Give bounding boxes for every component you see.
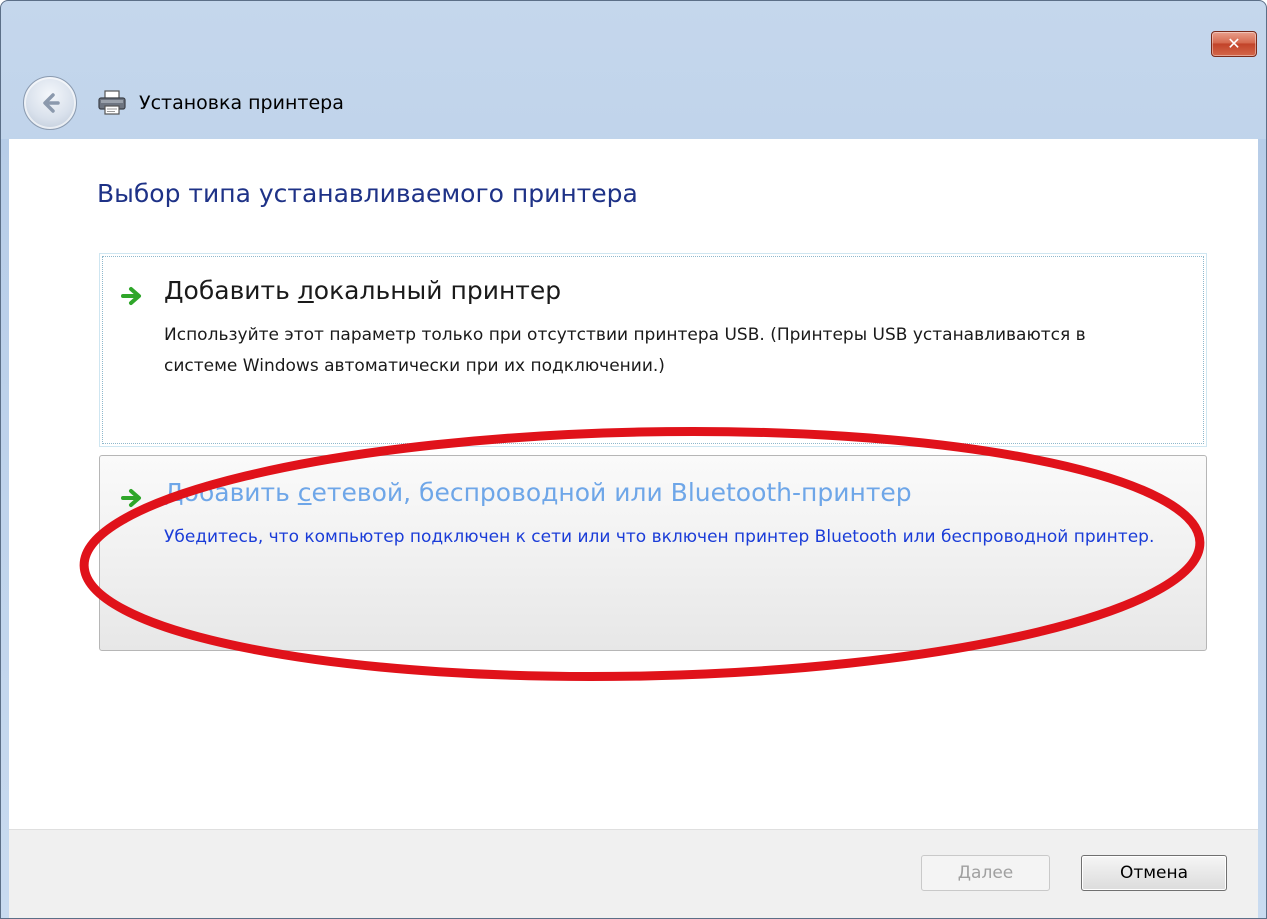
- green-arrow-icon: [121, 489, 141, 507]
- option-local-printer[interactable]: Добавить локальный принтер Используйте э…: [99, 253, 1207, 447]
- window-frame-left: [1, 139, 9, 918]
- next-button[interactable]: Далее: [921, 855, 1050, 891]
- option-network-title: Добавить сетевой, беспроводной или Bluet…: [164, 478, 912, 507]
- back-arrow-icon: [43, 93, 60, 113]
- wizard-header: Установка принтера: [23, 75, 344, 131]
- printer-icon: [95, 88, 129, 118]
- back-button[interactable]: [23, 76, 77, 130]
- wizard-content: Выбор типа устанавливаемого принтера Доб…: [9, 139, 1258, 829]
- window-title: Установка принтера: [139, 92, 344, 114]
- green-arrow-icon: [121, 287, 141, 305]
- option-network-printer[interactable]: Добавить сетевой, беспроводной или Bluet…: [99, 455, 1207, 651]
- close-icon: ✕: [1227, 34, 1241, 53]
- close-button[interactable]: ✕: [1211, 31, 1257, 57]
- option-local-title: Добавить локальный принтер: [164, 276, 562, 305]
- wizard-window: ✕ Установка принтера Выбор типа устанавл…: [0, 0, 1267, 919]
- window-frame-right: [1258, 139, 1266, 918]
- cancel-button[interactable]: Отмена: [1081, 855, 1227, 891]
- page-heading: Выбор типа устанавливаемого принтера: [97, 179, 638, 208]
- option-local-description: Используйте этот параметр только при отс…: [164, 325, 1086, 376]
- option-network-description: Убедитесь, что компьютер подключен к сет…: [164, 527, 1155, 547]
- wizard-footer: Далее Отмена: [9, 829, 1258, 918]
